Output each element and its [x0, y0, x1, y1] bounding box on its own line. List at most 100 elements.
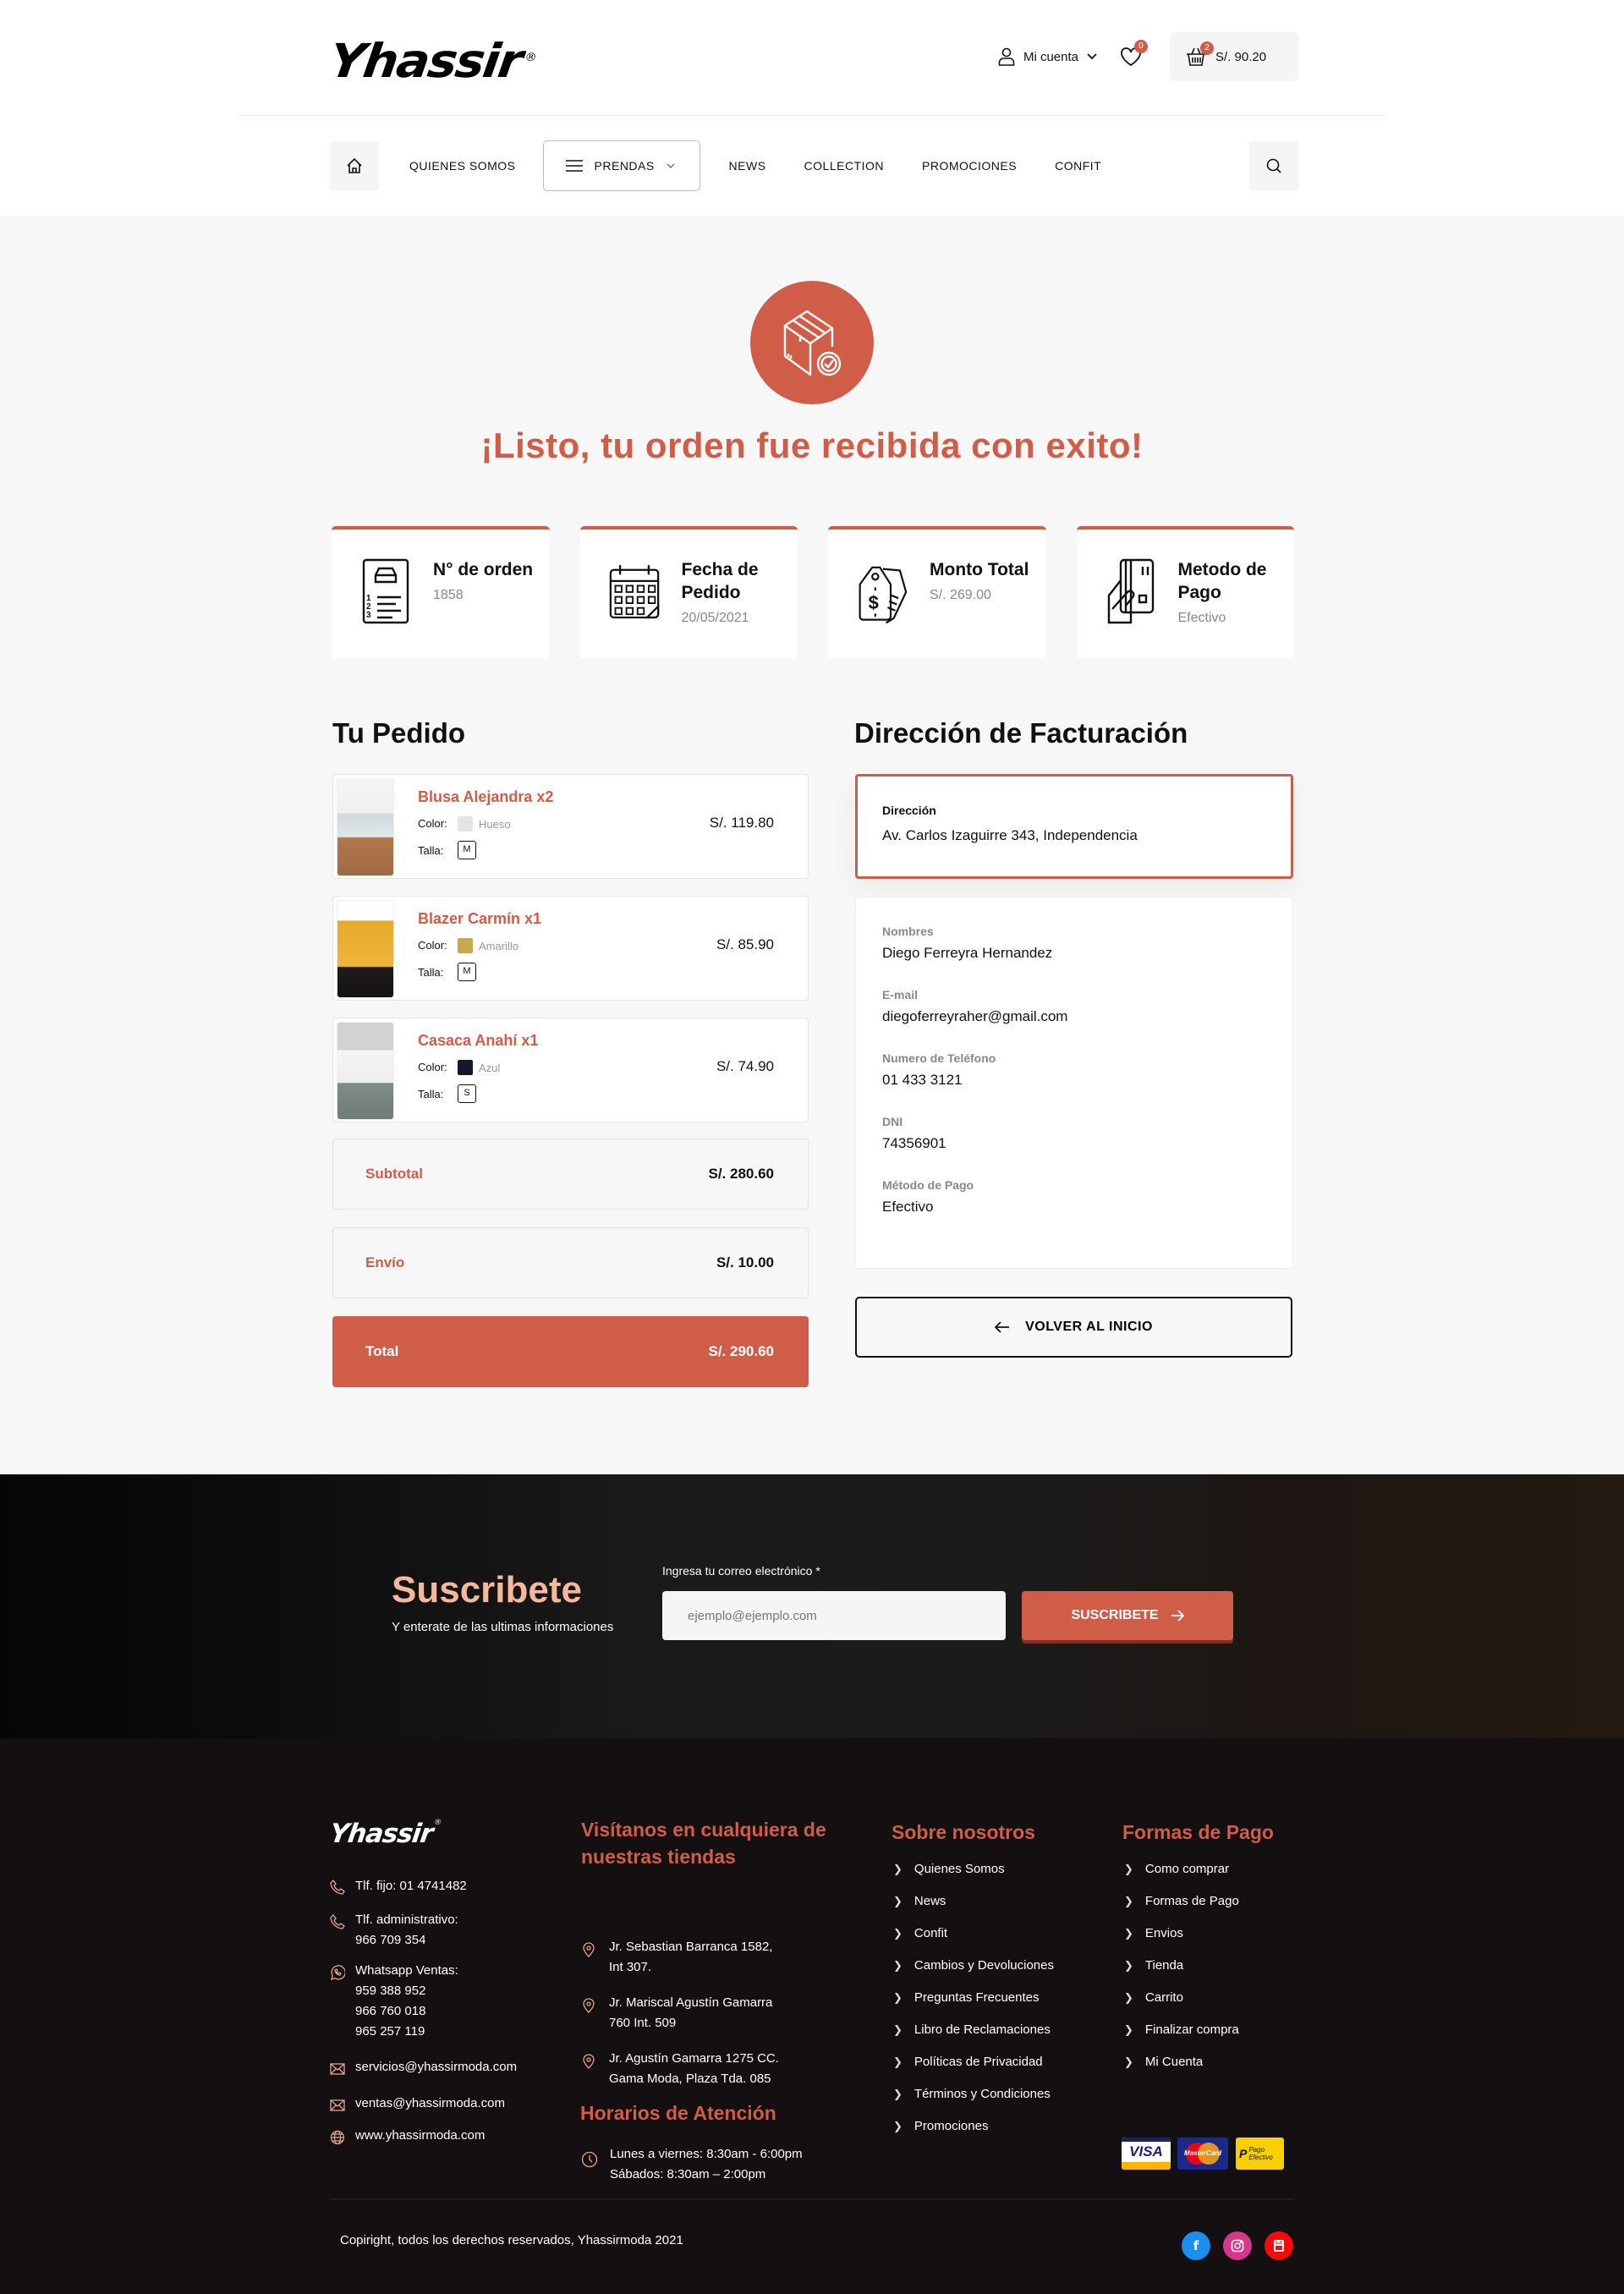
billing-address-box: Dirección Av. Carlos Izaguirre 343, Inde…	[855, 774, 1293, 879]
email-field-label: Ingresa tu correo electrónico *	[662, 1564, 820, 1578]
field-label: Nombres	[882, 925, 934, 938]
menu-icon	[565, 160, 583, 172]
field-value: diegoferreyraher@gmail.com	[882, 1008, 1068, 1024]
footer-email-sales[interactable]: ventas@yhassirmoda.com	[355, 2094, 505, 2114]
chevron-right-icon: ❯	[1124, 2023, 1133, 2036]
footer-link[interactable]: ❯ Cambios y Devoluciones	[893, 1950, 1054, 1982]
store-address: Jr. Agustín Gamarra 1275 CC.	[609, 2051, 779, 2066]
nav-promociones[interactable]: PROMOCIONES	[922, 159, 1017, 173]
footer-email-services[interactable]: servicios@yhassirmoda.com	[355, 2057, 517, 2077]
size-badge: M	[458, 841, 476, 859]
wishlist-button[interactable]: 0	[1119, 40, 1148, 69]
chevron-right-icon: ❯	[893, 2120, 903, 2132]
footer-whatsapp-label: Whatsapp Ventas:	[355, 1963, 458, 1978]
mail-icon	[330, 2063, 345, 2075]
footer-link[interactable]: ❯ Como comprar	[1124, 1853, 1239, 1885]
footer-link[interactable]: ❯ Quienes Somos	[893, 1853, 1054, 1885]
card-title: Metodo de Pago	[1177, 560, 1267, 602]
facebook-icon: f	[1193, 2238, 1199, 2253]
total-row: Total S/. 290.60	[332, 1316, 809, 1387]
arrow-left-icon	[995, 1321, 1010, 1333]
product-image[interactable]	[337, 778, 394, 876]
product-image[interactable]	[337, 1022, 394, 1120]
footer-whatsapp-number: 959 388 952	[355, 1984, 426, 1998]
card-value: S/. 269.00	[930, 588, 991, 602]
footer-link[interactable]: ❯ Carrito	[1124, 1982, 1239, 2014]
about-heading: Sobre nosotros	[892, 1821, 1035, 1843]
chevron-right-icon: ❯	[1124, 1895, 1133, 1907]
footer-link[interactable]: ❯ Formas de Pago	[1124, 1885, 1239, 1918]
chevron-right-icon: ❯	[1124, 1991, 1133, 2004]
newsletter-subtitle: Y enterate de las ultimas informaciones	[392, 1620, 614, 1634]
footer-whatsapp-number: 965 257 119	[355, 2024, 425, 2039]
footer-link[interactable]: ❯ Mi Cuenta	[1124, 2046, 1239, 2078]
footer-link[interactable]: ❯ Confit	[893, 1918, 1054, 1950]
hours-weekday: Lunes a viernes: 8:30am - 6:00pm	[610, 2147, 803, 2161]
arrow-right-icon	[1171, 1610, 1184, 1622]
svg-text:$: $	[869, 592, 879, 613]
color-label: Color:	[418, 939, 447, 952]
cart-button[interactable]: 2 S/. 90.20	[1170, 32, 1298, 81]
chevron-right-icon: ❯	[1124, 1863, 1133, 1875]
field-label: Método de Pago	[882, 1178, 974, 1192]
chevron-right-icon: ❯	[893, 1991, 903, 2004]
newsletter-email-input[interactable]	[662, 1591, 1006, 1640]
footer-link[interactable]: ❯ News	[893, 1885, 1054, 1918]
footer-link[interactable]: ❯ Envios	[1124, 1918, 1239, 1950]
logo-text: Yhassir	[326, 33, 525, 89]
home-button[interactable]	[330, 141, 379, 190]
footer-whatsapp-number: 966 760 018	[355, 2004, 426, 2018]
footer-link[interactable]: ❯ Tienda	[1124, 1950, 1239, 1982]
color-name: Hueso	[479, 818, 511, 831]
phone-icon	[330, 1914, 345, 1929]
nav-confit[interactable]: CONFIT	[1055, 159, 1101, 173]
product-name[interactable]: Blusa Alejandra x2	[418, 788, 553, 806]
back-to-home-button[interactable]: VOLVER AL INICIO	[855, 1297, 1292, 1358]
youtube-icon	[1274, 2240, 1284, 2252]
store-address: Gama Moda, Plaza Tda. 085	[609, 2072, 771, 2086]
total-label: Total	[365, 1343, 399, 1359]
user-icon	[998, 47, 1015, 66]
search-button[interactable]	[1249, 141, 1298, 190]
facebook-button[interactable]: f	[1182, 2231, 1210, 2260]
chevron-right-icon: ❯	[893, 1895, 903, 1907]
color-swatch	[458, 1060, 473, 1075]
footer-link[interactable]: ❯ Términos y Condiciones	[893, 2078, 1054, 2110]
footer-link-label: Tienda	[1144, 1958, 1184, 1973]
account-menu[interactable]: Mi cuenta	[998, 47, 1097, 66]
chevron-right-icon: ❯	[893, 2023, 903, 2036]
size-badge: S	[458, 1084, 476, 1103]
nav-collection[interactable]: COLLECTION	[804, 159, 884, 173]
product-image[interactable]	[337, 900, 394, 998]
summary-card-payment-method: Metodo de Pago Efectivo	[1076, 526, 1294, 658]
subscribe-button[interactable]: SUSCRIBETE	[1022, 1591, 1233, 1640]
footer-link[interactable]: ❯ Libro de Reclamaciones	[893, 2014, 1054, 2046]
chevron-down-icon	[1087, 53, 1097, 60]
registered-mark: ®	[524, 51, 536, 64]
nav-news[interactable]: NEWS	[729, 159, 766, 173]
footer-link[interactable]: ❯ Promociones	[893, 2110, 1054, 2143]
price-tag-icon: $	[859, 566, 908, 624]
footer-website[interactable]: www.yhassirmoda.com	[355, 2126, 485, 2146]
summary-card-total-amount: $ Monto Total S/. 269.00	[828, 526, 1046, 658]
footer-link[interactable]: ❯ Finalizar compra	[1124, 2014, 1239, 2046]
footer-link[interactable]: ❯ Políticas de Privacidad	[893, 2046, 1054, 2078]
product-name[interactable]: Casaca Anahí x1	[418, 1032, 538, 1050]
svg-text:3: 3	[366, 611, 371, 620]
footer-link[interactable]: ❯ Preguntas Frecuentes	[893, 1982, 1054, 2014]
card-title: Monto Total	[930, 560, 1029, 579]
chevron-right-icon: ❯	[1124, 1959, 1133, 1972]
mail-icon	[330, 2099, 345, 2111]
footer-logo[interactable]: Yhassir®	[327, 1819, 441, 1849]
card-value: Efectivo	[1177, 611, 1226, 625]
payment-links: ❯ Como comprar ❯ Formas de Pago ❯ Envios ❯ T…	[1124, 1853, 1239, 2078]
youtube-button[interactable]	[1265, 2231, 1293, 2260]
nav-prendas-dropdown[interactable]: PRENDAS	[542, 140, 700, 191]
nav-prendas-label: PRENDAS	[594, 159, 655, 173]
product-name[interactable]: Blazer Carmín x1	[418, 910, 541, 928]
field-value: Diego Ferreyra Hernandez	[882, 945, 1053, 961]
visa-logo: VISA	[1122, 2138, 1171, 2170]
instagram-button[interactable]	[1223, 2231, 1252, 2260]
nav-quienes-somos[interactable]: QUIENES SOMOS	[409, 159, 516, 173]
brand-logo[interactable]: Yhassir®	[326, 33, 536, 89]
